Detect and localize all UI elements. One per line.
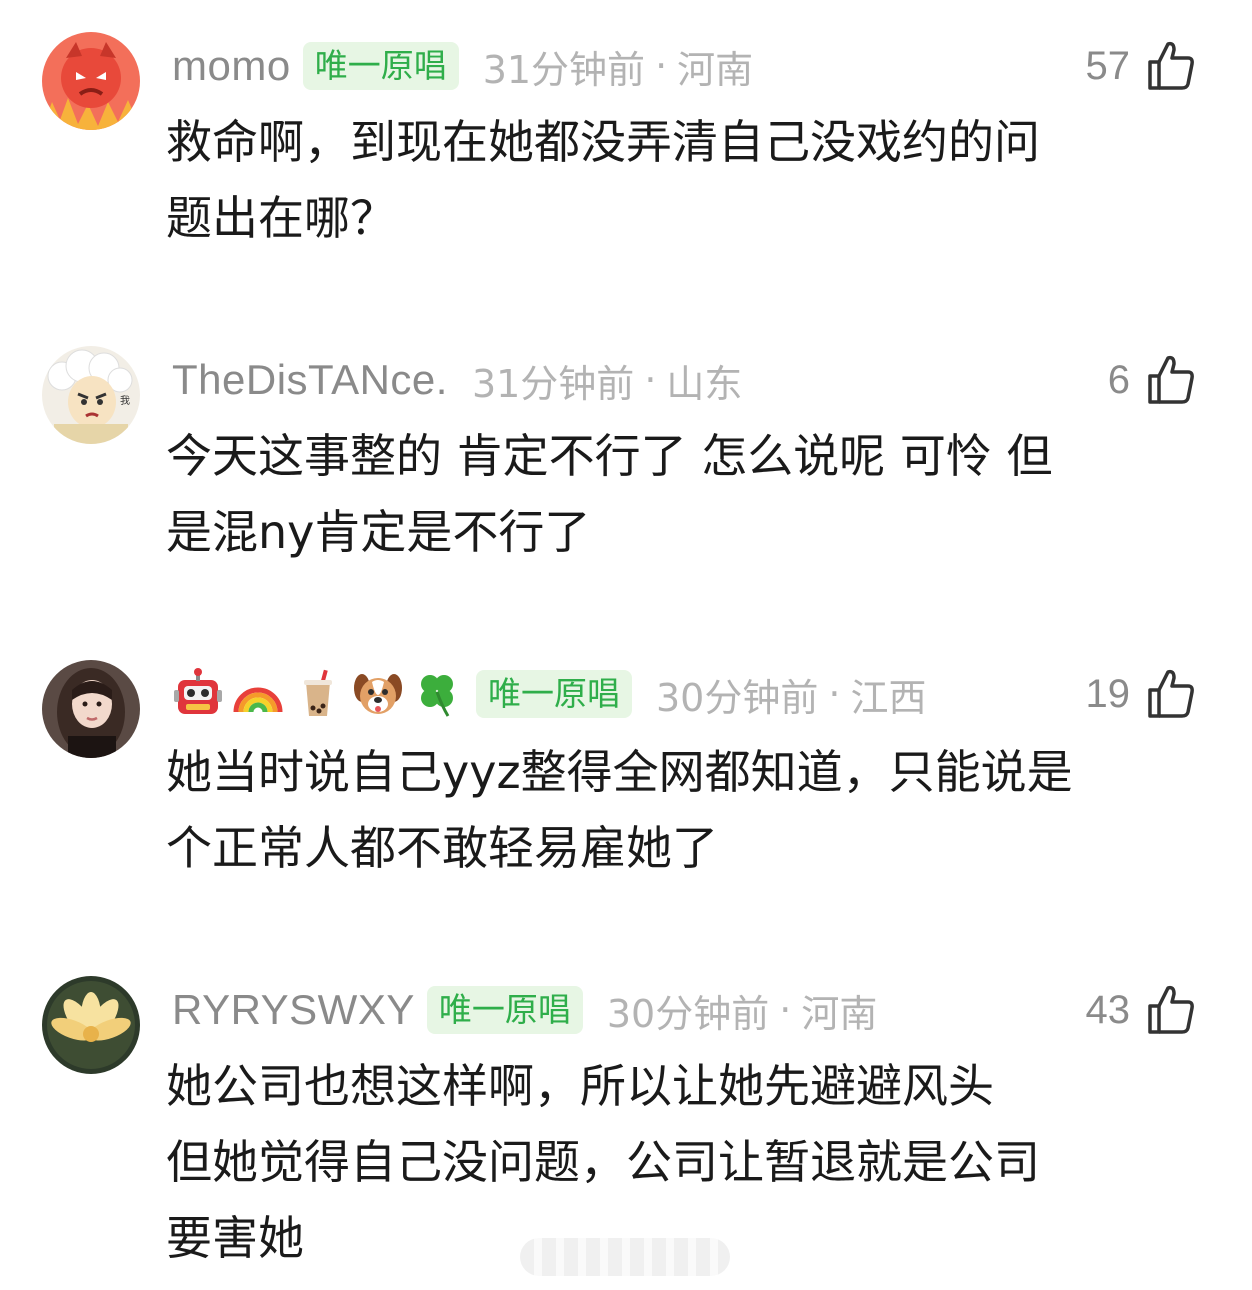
separator: · [655, 44, 668, 88]
thumbs-up-icon [1148, 41, 1194, 90]
red-demon-avatar-icon [42, 32, 140, 130]
separator: · [644, 358, 657, 402]
badge: 唯一原唱 [426, 986, 583, 1034]
badge: 唯一原唱 [302, 42, 459, 90]
separator: · [828, 672, 841, 716]
timestamp: 31分钟前 [471, 361, 635, 406]
like-count: 6 [1107, 357, 1130, 402]
thumbs-up-icon [1148, 355, 1194, 404]
region: 山东 [666, 361, 743, 406]
thumbs-up-icon [1148, 669, 1194, 718]
timestamp: 30分钟前 [606, 991, 770, 1036]
like-button[interactable]: 57 [1086, 38, 1197, 94]
thumbs-up-icon [1148, 985, 1194, 1034]
angry-sheep-avatar-icon: 我 [42, 346, 140, 444]
girl-photo-avatar-icon [42, 660, 140, 758]
watermark [520, 1238, 730, 1276]
comment-text: 今天这事整的 肯定不行了 怎么说呢 可怜 但 是混ny肯定是不行了 [166, 429, 1053, 559]
username[interactable]: momo [172, 42, 291, 90]
timestamp: 31分钟前 [482, 47, 646, 92]
comment-meta: TheDisTANce. 31分钟前 · 山东 [172, 352, 742, 408]
rainbow-emoji-icon [233, 687, 283, 713]
bubble-tea-emoji-icon [304, 669, 332, 716]
comment-text: 救命啊，到现在她都没弄清自己没戏约的问 题出在哪？ [166, 115, 1040, 245]
comment-meta: RYRYSWXY 唯一原唱 30分钟前 · 河南 [172, 982, 877, 1038]
username[interactable]: RYRYSWXY [172, 986, 415, 1034]
four-leaf-clover-emoji-icon [421, 675, 453, 717]
like-count: 19 [1085, 671, 1131, 716]
lotus-avatar-icon [42, 976, 140, 1074]
comment-text: 她当时说自己yyz整得全网都知道，只能说是 个正常人都不敢轻易雇她了 [166, 745, 1073, 875]
robot-emoji-icon [174, 668, 222, 714]
username[interactable]: TheDisTANce. [172, 356, 448, 404]
like-button[interactable]: 19 [1086, 666, 1197, 722]
region: 河南 [677, 47, 754, 92]
avatar[interactable] [42, 32, 140, 130]
separator: · [779, 988, 792, 1032]
dog-face-emoji-icon [354, 674, 402, 714]
badge: 唯一原唱 [476, 670, 632, 718]
avatar[interactable] [42, 976, 140, 1074]
username-emojis[interactable] [172, 668, 464, 720]
region: 江西 [850, 675, 927, 720]
svg-text:我: 我 [120, 395, 130, 407]
region: 河南 [801, 991, 878, 1036]
like-count: 57 [1085, 43, 1131, 88]
like-button[interactable]: 6 [1108, 352, 1196, 408]
avatar[interactable] [42, 660, 140, 758]
timestamp: 30分钟前 [656, 675, 819, 720]
like-button[interactable]: 43 [1086, 982, 1197, 1038]
like-count: 43 [1085, 987, 1131, 1032]
comment-meta: 唯一原唱 30分钟前 · 江西 [172, 666, 926, 722]
avatar[interactable]: 我 [42, 346, 140, 444]
comment-meta: momo 唯一原唱 31分钟前 · 河南 [172, 38, 753, 94]
